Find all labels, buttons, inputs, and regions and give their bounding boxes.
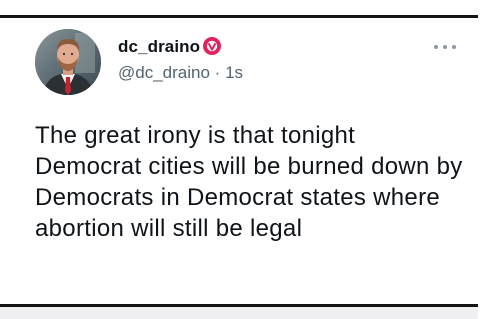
right-margin [478, 0, 488, 319]
handle-row: @dc_draino · 1s [118, 63, 243, 83]
timestamp[interactable]: 1s [225, 63, 243, 82]
avatar-image [35, 29, 101, 95]
more-options-icon[interactable] [432, 42, 458, 52]
separator: · [214, 63, 221, 82]
bottom-background [0, 307, 488, 319]
avatar[interactable] [35, 29, 101, 95]
handle[interactable]: @dc_draino [118, 63, 210, 82]
top-border [0, 0, 488, 18]
display-name[interactable]: dc_draino [118, 37, 200, 57]
tweet-card[interactable]: dc_draino @dc_draino · 1s The great iron… [0, 18, 478, 304]
tweet-text: The great irony is that tonight Democrat… [35, 122, 463, 242]
verified-badge-icon [203, 37, 221, 55]
